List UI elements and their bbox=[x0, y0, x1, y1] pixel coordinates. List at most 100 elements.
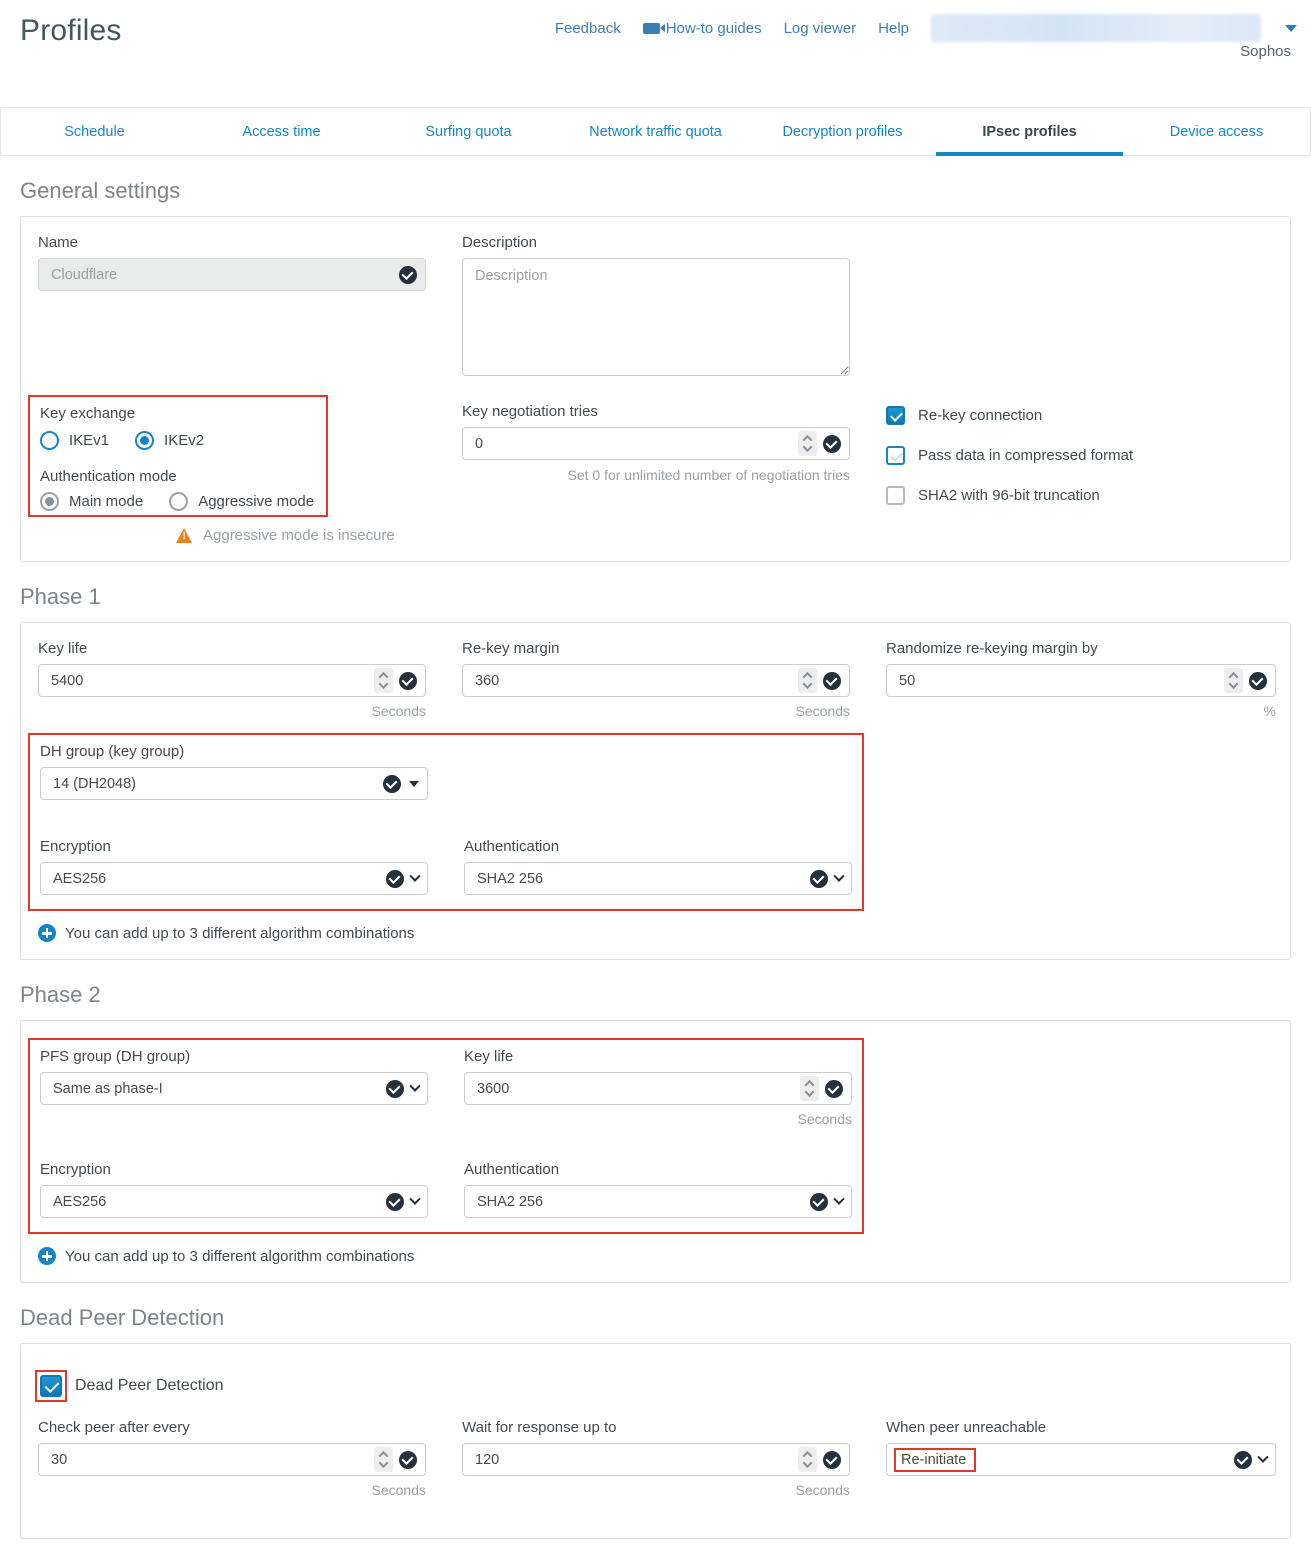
rekey-connection-checkbox[interactable]: Re-key connection bbox=[886, 406, 1276, 425]
peer-unreachable-value-annotation: Re-initiate bbox=[894, 1448, 976, 1472]
randomize-margin-field-wrap bbox=[886, 664, 1276, 697]
key-life-label: Key life bbox=[38, 640, 426, 657]
number-stepper[interactable] bbox=[800, 1076, 819, 1101]
warning-icon bbox=[176, 528, 193, 543]
number-stepper[interactable] bbox=[374, 668, 393, 693]
radio-icon bbox=[40, 431, 59, 450]
tab-network-traffic-quota[interactable]: Network traffic quota bbox=[562, 108, 749, 155]
pfs-group-label: PFS group (DH group) bbox=[40, 1048, 428, 1065]
checkbox-checked-icon bbox=[886, 406, 905, 425]
key-life-field-wrap bbox=[38, 664, 426, 697]
radio-ikev2[interactable]: IKEv2 bbox=[135, 431, 204, 450]
number-stepper[interactable] bbox=[1224, 668, 1243, 693]
brand-label: Sophos bbox=[1240, 43, 1291, 60]
chevron-down-icon bbox=[409, 870, 420, 881]
dh-group-label: DH group (key group) bbox=[40, 743, 428, 760]
radio-aggressive-mode[interactable]: Aggressive mode bbox=[169, 492, 314, 511]
name-label: Name bbox=[38, 234, 426, 251]
tab-access-time[interactable]: Access time bbox=[188, 108, 375, 155]
key-negotiation-label: Key negotiation tries bbox=[462, 403, 850, 420]
general-settings-card: Name Description Key exchange IKEv1 bbox=[20, 216, 1291, 562]
tab-ipsec-profiles[interactable]: IPsec profiles bbox=[936, 108, 1123, 155]
valid-check-icon bbox=[386, 870, 404, 888]
phase2-key-life-input[interactable] bbox=[477, 1081, 800, 1097]
randomize-margin-label: Randomize re-keying margin by bbox=[886, 640, 1276, 657]
aggressive-mode-warning: Aggressive mode is insecure bbox=[203, 527, 395, 544]
key-negotiation-field-wrap bbox=[462, 427, 850, 460]
tab-surfing-quota[interactable]: Surfing quota bbox=[375, 108, 562, 155]
howto-guides-link[interactable]: How-to guides bbox=[643, 20, 762, 37]
rekey-margin-unit: Seconds bbox=[462, 703, 850, 719]
number-stepper[interactable] bbox=[798, 1447, 817, 1472]
key-negotiation-input[interactable] bbox=[475, 436, 798, 452]
sha2-truncation-checkbox[interactable]: SHA2 with 96-bit truncation bbox=[886, 486, 1276, 505]
phase1-encryption-select[interactable]: AES256 bbox=[40, 862, 428, 895]
phase2-key-life-label: Key life bbox=[464, 1048, 852, 1065]
phase2-add-combination[interactable]: You can add up to 3 different algorithm … bbox=[38, 1247, 1273, 1265]
check-peer-input[interactable] bbox=[51, 1452, 374, 1468]
wait-response-field-wrap bbox=[462, 1443, 850, 1476]
phase1-add-combination[interactable]: You can add up to 3 different algorithm … bbox=[38, 924, 1273, 942]
check-peer-label: Check peer after every bbox=[38, 1419, 426, 1436]
checkbox-unchecked-icon bbox=[886, 486, 905, 505]
key-exchange-annotation-box: Key exchange IKEv1 IKEv2 Authentication … bbox=[28, 395, 328, 517]
peer-unreachable-select[interactable]: Re-initiate bbox=[886, 1443, 1276, 1476]
radio-selected-icon bbox=[135, 431, 154, 450]
header-links: Feedback How-to guides Log viewer Help bbox=[555, 14, 1297, 42]
checkbox-icon bbox=[886, 446, 905, 465]
auth-mode-label: Authentication mode bbox=[40, 468, 324, 485]
chevron-down-icon bbox=[833, 1193, 844, 1204]
number-stepper[interactable] bbox=[798, 431, 817, 456]
compressed-format-checkbox[interactable]: Pass data in compressed format bbox=[886, 446, 1276, 465]
tab-schedule[interactable]: Schedule bbox=[1, 108, 188, 155]
dpd-checkbox-annotation-box bbox=[35, 1370, 67, 1402]
phase2-encryption-select[interactable]: AES256 bbox=[40, 1185, 428, 1218]
phase2-key-life-unit: Seconds bbox=[464, 1111, 852, 1127]
dpd-enable-checkbox[interactable]: Dead Peer Detection bbox=[40, 1375, 1273, 1397]
check-peer-unit: Seconds bbox=[38, 1482, 426, 1498]
phase2-authentication-label: Authentication bbox=[464, 1161, 852, 1178]
valid-check-icon bbox=[386, 1080, 404, 1098]
chevron-down-icon[interactable] bbox=[1285, 25, 1297, 32]
dh-group-select[interactable]: 14 (DH2048) bbox=[40, 767, 428, 800]
feedback-link[interactable]: Feedback bbox=[555, 20, 621, 37]
phase2-encryption-label: Encryption bbox=[40, 1161, 428, 1178]
account-selector[interactable] bbox=[931, 14, 1261, 42]
plus-circle-icon bbox=[38, 1247, 56, 1265]
phase1-authentication-label: Authentication bbox=[464, 838, 852, 855]
key-negotiation-helper: Set 0 for unlimited number of negotiatio… bbox=[462, 467, 850, 483]
checkbox-checked-icon bbox=[40, 1375, 62, 1397]
radio-ikev1[interactable]: IKEv1 bbox=[40, 431, 109, 450]
chevron-down-icon bbox=[1257, 1451, 1268, 1462]
key-life-input[interactable] bbox=[51, 673, 374, 689]
check-peer-field-wrap bbox=[38, 1443, 426, 1476]
dpd-card: Dead Peer Detection Check peer after eve… bbox=[20, 1343, 1291, 1539]
number-stepper[interactable] bbox=[798, 668, 817, 693]
log-viewer-link[interactable]: Log viewer bbox=[784, 20, 857, 37]
profiles-tabbar: Schedule Access time Surfing quota Netwo… bbox=[0, 107, 1311, 156]
phase2-key-life-field-wrap bbox=[464, 1072, 852, 1105]
phase1-card: Key life Seconds Re-key margin Seconds R… bbox=[20, 622, 1291, 960]
wait-response-input[interactable] bbox=[475, 1452, 798, 1468]
general-settings-heading: General settings bbox=[20, 178, 1311, 204]
key-exchange-label: Key exchange bbox=[40, 405, 324, 422]
pfs-group-select[interactable]: Same as phase-I bbox=[40, 1072, 428, 1105]
valid-check-icon bbox=[810, 1193, 828, 1211]
radio-main-mode[interactable]: Main mode bbox=[40, 492, 143, 511]
valid-check-icon bbox=[810, 870, 828, 888]
description-textarea[interactable] bbox=[462, 258, 850, 376]
phase2-heading: Phase 2 bbox=[20, 982, 1311, 1008]
name-input bbox=[51, 267, 399, 283]
valid-check-icon bbox=[1249, 672, 1267, 690]
tab-device-access[interactable]: Device access bbox=[1123, 108, 1310, 155]
help-link[interactable]: Help bbox=[878, 20, 909, 37]
number-stepper[interactable] bbox=[374, 1447, 393, 1472]
chevron-down-icon bbox=[409, 1193, 420, 1204]
randomize-margin-input[interactable] bbox=[899, 673, 1224, 689]
tab-decryption-profiles[interactable]: Decryption profiles bbox=[749, 108, 936, 155]
description-label: Description bbox=[462, 234, 850, 251]
phase2-authentication-select[interactable]: SHA2 256 bbox=[464, 1185, 852, 1218]
phase1-authentication-select[interactable]: SHA2 256 bbox=[464, 862, 852, 895]
name-field-wrap bbox=[38, 258, 426, 291]
rekey-margin-input[interactable] bbox=[475, 673, 798, 689]
